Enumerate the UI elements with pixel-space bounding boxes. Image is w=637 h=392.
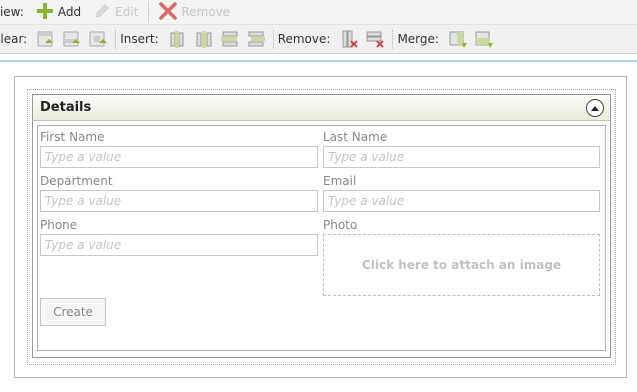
view-toolbar: View: Add Edit Remove [0,0,637,24]
toolbar-separator [148,2,150,22]
email-label: Email [323,174,357,188]
first-name-label: First Name [40,130,105,144]
toolbar-accent-line [0,60,637,62]
toolbar-separator [272,29,274,49]
clear-column-icon[interactable] [61,28,83,50]
view-label: View: [0,5,24,19]
photo-label: Photo [323,218,358,232]
phone-field: Phone Type a value [40,218,318,256]
add-button-label: Add [57,5,82,19]
layout-toolbar: Clear: Insert: Remove: Merge: [0,24,637,54]
department-field: Department Type a value [40,174,318,212]
create-button[interactable]: Create [40,298,106,326]
department-label: Department [40,174,113,188]
form-canvas: Details First Name Type a value Last Nam… [14,76,627,378]
close-x-icon [159,1,178,23]
merge-label: Merge: [397,32,439,46]
email-input[interactable]: Type a value [323,190,600,212]
clear-row-icon[interactable] [35,28,57,50]
phone-label: Phone [40,218,78,232]
first-name-input[interactable]: Type a value [40,146,318,168]
photo-upload-hint: Click here to attach an image [361,258,562,272]
department-input[interactable]: Type a value [40,190,318,212]
last-name-label: Last Name [323,130,388,144]
photo-upload-area[interactable]: Click here to attach an image [323,234,600,296]
pencil-icon [93,2,111,23]
chevron-up-icon [591,105,599,111]
clear-label: Clear: [0,32,28,46]
remove-row-icon[interactable] [364,28,386,50]
details-panel-header[interactable]: Details [33,95,610,121]
merge-right-icon[interactable] [447,28,469,50]
last-name-field: Last Name Type a value [323,130,600,168]
photo-field: Photo Click here to attach an image [323,218,600,296]
toolbar-separator [392,29,394,49]
insert-label: Insert: [120,32,159,46]
edit-button[interactable]: Edit [87,1,144,23]
insert-column-right-icon[interactable] [193,28,215,50]
remove-button-label: Remove [181,5,231,19]
last-name-input[interactable]: Type a value [323,146,600,168]
panel-title: Details [40,100,92,115]
collapse-button[interactable] [586,98,604,117]
email-field: Email Type a value [323,174,600,212]
remove-label: Remove: [277,32,331,46]
first-name-field: First Name Type a value [40,130,318,168]
clear-cell-icon[interactable] [87,28,109,50]
plus-icon [36,2,54,23]
phone-input[interactable]: Type a value [40,234,318,256]
add-button[interactable]: Add [30,1,87,23]
edit-button-label: Edit [115,5,139,19]
insert-column-left-icon[interactable] [167,28,189,50]
remove-button[interactable]: Remove [153,1,236,23]
merge-down-icon[interactable] [473,28,495,50]
details-panel: Details First Name Type a value Last Nam… [32,94,611,358]
layout-container: Details First Name Type a value Last Nam… [27,89,616,365]
details-form: First Name Type a value Last Name Type a… [37,125,606,351]
remove-column-icon[interactable] [338,28,360,50]
insert-row-below-icon[interactable] [245,28,267,50]
toolbar-separator [115,29,117,49]
insert-row-above-icon[interactable] [219,28,241,50]
